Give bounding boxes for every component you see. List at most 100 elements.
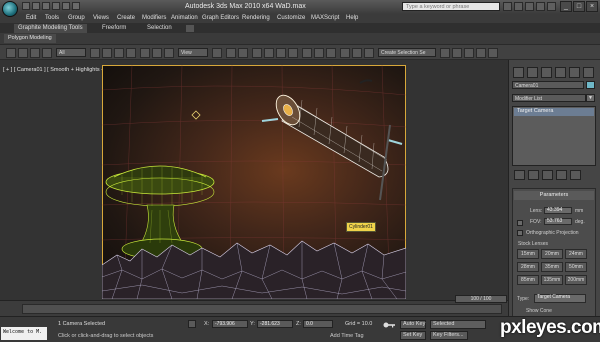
select-move-icon[interactable] (140, 48, 150, 58)
menu-help[interactable]: Help (346, 15, 358, 21)
mirror-icon[interactable] (314, 48, 324, 58)
project-folder-icon[interactable] (72, 2, 80, 10)
mushroom-wireframe[interactable] (105, 165, 215, 260)
lens-135mm-button[interactable]: 135mm (541, 275, 563, 285)
menu-group[interactable]: Group (68, 15, 85, 21)
align-icon[interactable] (326, 48, 336, 58)
ribbon-options-icon[interactable] (186, 25, 194, 32)
menu-edit[interactable]: Edit (26, 15, 36, 21)
remove-modifier-icon[interactable] (556, 170, 567, 180)
lens-20mm-button[interactable]: 20mm (541, 249, 563, 259)
track-bar[interactable] (22, 304, 502, 314)
chevron-down-icon[interactable]: ▼ (586, 94, 595, 102)
utilities-panel-icon[interactable] (583, 67, 594, 78)
maxscript-listener[interactable]: Welcome to M. (1, 327, 47, 340)
app-logo-icon[interactable] (2, 1, 18, 17)
hierarchy-panel-icon[interactable] (541, 67, 552, 78)
fov-spinner[interactable]: 53.763 (544, 218, 572, 225)
subscription-icon[interactable] (514, 2, 523, 11)
percent-snap-icon[interactable] (276, 48, 286, 58)
stack-item-target-camera[interactable]: Target Camera (514, 108, 594, 116)
window-crossing-icon[interactable] (126, 48, 136, 58)
lens-24mm-button[interactable]: 24mm (565, 249, 587, 259)
keyboard-shortcut-icon[interactable] (238, 48, 248, 58)
key-icon[interactable] (383, 321, 395, 329)
lens-35mm-button[interactable]: 35mm (541, 262, 563, 272)
camera-type-dropdown[interactable]: Target Camera (534, 294, 586, 303)
tab-selection[interactable]: Selection (143, 24, 176, 33)
menu-views[interactable]: Views (93, 15, 109, 21)
rectangular-selection-icon[interactable] (114, 48, 124, 58)
render-setup-icon[interactable] (464, 48, 474, 58)
binoculars-icon[interactable] (503, 2, 512, 11)
select-rotate-icon[interactable] (152, 48, 162, 58)
angle-snap-icon[interactable] (264, 48, 274, 58)
schematic-view-icon[interactable] (440, 48, 450, 58)
select-object-icon[interactable] (90, 48, 100, 58)
favorites-icon[interactable] (536, 2, 545, 11)
selection-filter-dropdown[interactable]: All (56, 48, 86, 57)
snaps-toggle-icon[interactable] (252, 48, 262, 58)
named-selection-dropdown[interactable]: Create Selection Se (378, 48, 436, 57)
minimize-button[interactable]: _ (560, 1, 572, 12)
add-time-tag[interactable]: Add Time Tag (330, 333, 364, 339)
menu-modifiers[interactable]: Modifiers (142, 15, 166, 21)
select-by-name-icon[interactable] (102, 48, 112, 58)
select-scale-icon[interactable] (164, 48, 174, 58)
unlink-icon[interactable] (30, 48, 40, 58)
menu-maxscript[interactable]: MAXScript (311, 15, 339, 21)
y-coordinate-field[interactable]: -281.623 (257, 320, 293, 328)
curve-editor-icon[interactable] (364, 48, 374, 58)
menu-animation[interactable]: Animation (171, 15, 198, 21)
spinner-snap-icon[interactable] (288, 48, 298, 58)
reference-coordinate-dropdown[interactable]: View (178, 48, 208, 57)
tab-graphite-modeling-tools[interactable]: Graphite Modeling Tools (14, 24, 87, 33)
orthographic-checkbox[interactable] (517, 230, 523, 236)
tab-polygon-modeling[interactable]: Polygon Modeling (4, 34, 56, 43)
render-production-icon[interactable] (488, 48, 498, 58)
lens-85mm-button[interactable]: 85mm (517, 275, 539, 285)
edit-named-selection-icon[interactable] (302, 48, 312, 58)
configure-modifier-sets-icon[interactable] (570, 170, 581, 180)
search-input[interactable]: Type a keyword or phrase (402, 2, 500, 11)
camera-target-icon[interactable] (191, 110, 201, 120)
material-editor-icon[interactable] (452, 48, 462, 58)
lens-spinner[interactable]: 43.394 (544, 207, 572, 214)
rendered-frame-window-icon[interactable] (476, 48, 486, 58)
lens-50mm-button[interactable]: 50mm (565, 262, 587, 272)
pivot-center-icon[interactable] (212, 48, 222, 58)
time-slider-handle[interactable]: 100 / 100 (455, 295, 507, 303)
key-filters-button[interactable]: Key Filters... (430, 331, 468, 340)
show-cone-label[interactable]: Show Cone (526, 308, 552, 314)
modifier-list-dropdown[interactable]: Modifier List (512, 94, 586, 102)
lens-200mm-button[interactable]: 200mm (565, 275, 587, 285)
graphite-toggle-icon[interactable] (352, 48, 362, 58)
undo-scene-icon[interactable] (6, 48, 16, 58)
pin-stack-icon[interactable] (514, 170, 525, 180)
open-file-icon[interactable] (32, 2, 40, 10)
layer-manager-icon[interactable] (340, 48, 350, 58)
menu-create[interactable]: Create (117, 15, 135, 21)
help-icon[interactable] (547, 2, 556, 11)
link-icon[interactable] (18, 48, 28, 58)
maximize-button[interactable]: □ (573, 1, 585, 12)
communication-center-icon[interactable] (525, 2, 534, 11)
object-color-swatch[interactable] (586, 81, 595, 89)
lens-15mm-button[interactable]: 15mm (517, 249, 539, 259)
set-key-button[interactable]: Set Key (400, 331, 426, 340)
modify-panel-icon[interactable] (527, 67, 538, 78)
new-file-icon[interactable] (22, 2, 30, 10)
make-unique-icon[interactable] (542, 170, 553, 180)
z-coordinate-field[interactable]: 0.0 (303, 320, 333, 328)
create-panel-icon[interactable] (513, 67, 524, 78)
key-mode-dropdown[interactable]: Selected (430, 320, 486, 329)
undo-icon[interactable] (52, 2, 60, 10)
menu-rendering[interactable]: Rendering (242, 15, 270, 21)
lock-selection-icon[interactable] (188, 320, 196, 328)
menu-customize[interactable]: Customize (277, 15, 305, 21)
display-panel-icon[interactable] (569, 67, 580, 78)
auto-key-button[interactable]: Auto Key (400, 320, 426, 329)
tab-freeform[interactable]: Freeform (98, 24, 130, 33)
rollout-title[interactable]: Parameters (514, 191, 594, 200)
menu-graph-editors[interactable]: Graph Editors (202, 15, 239, 21)
